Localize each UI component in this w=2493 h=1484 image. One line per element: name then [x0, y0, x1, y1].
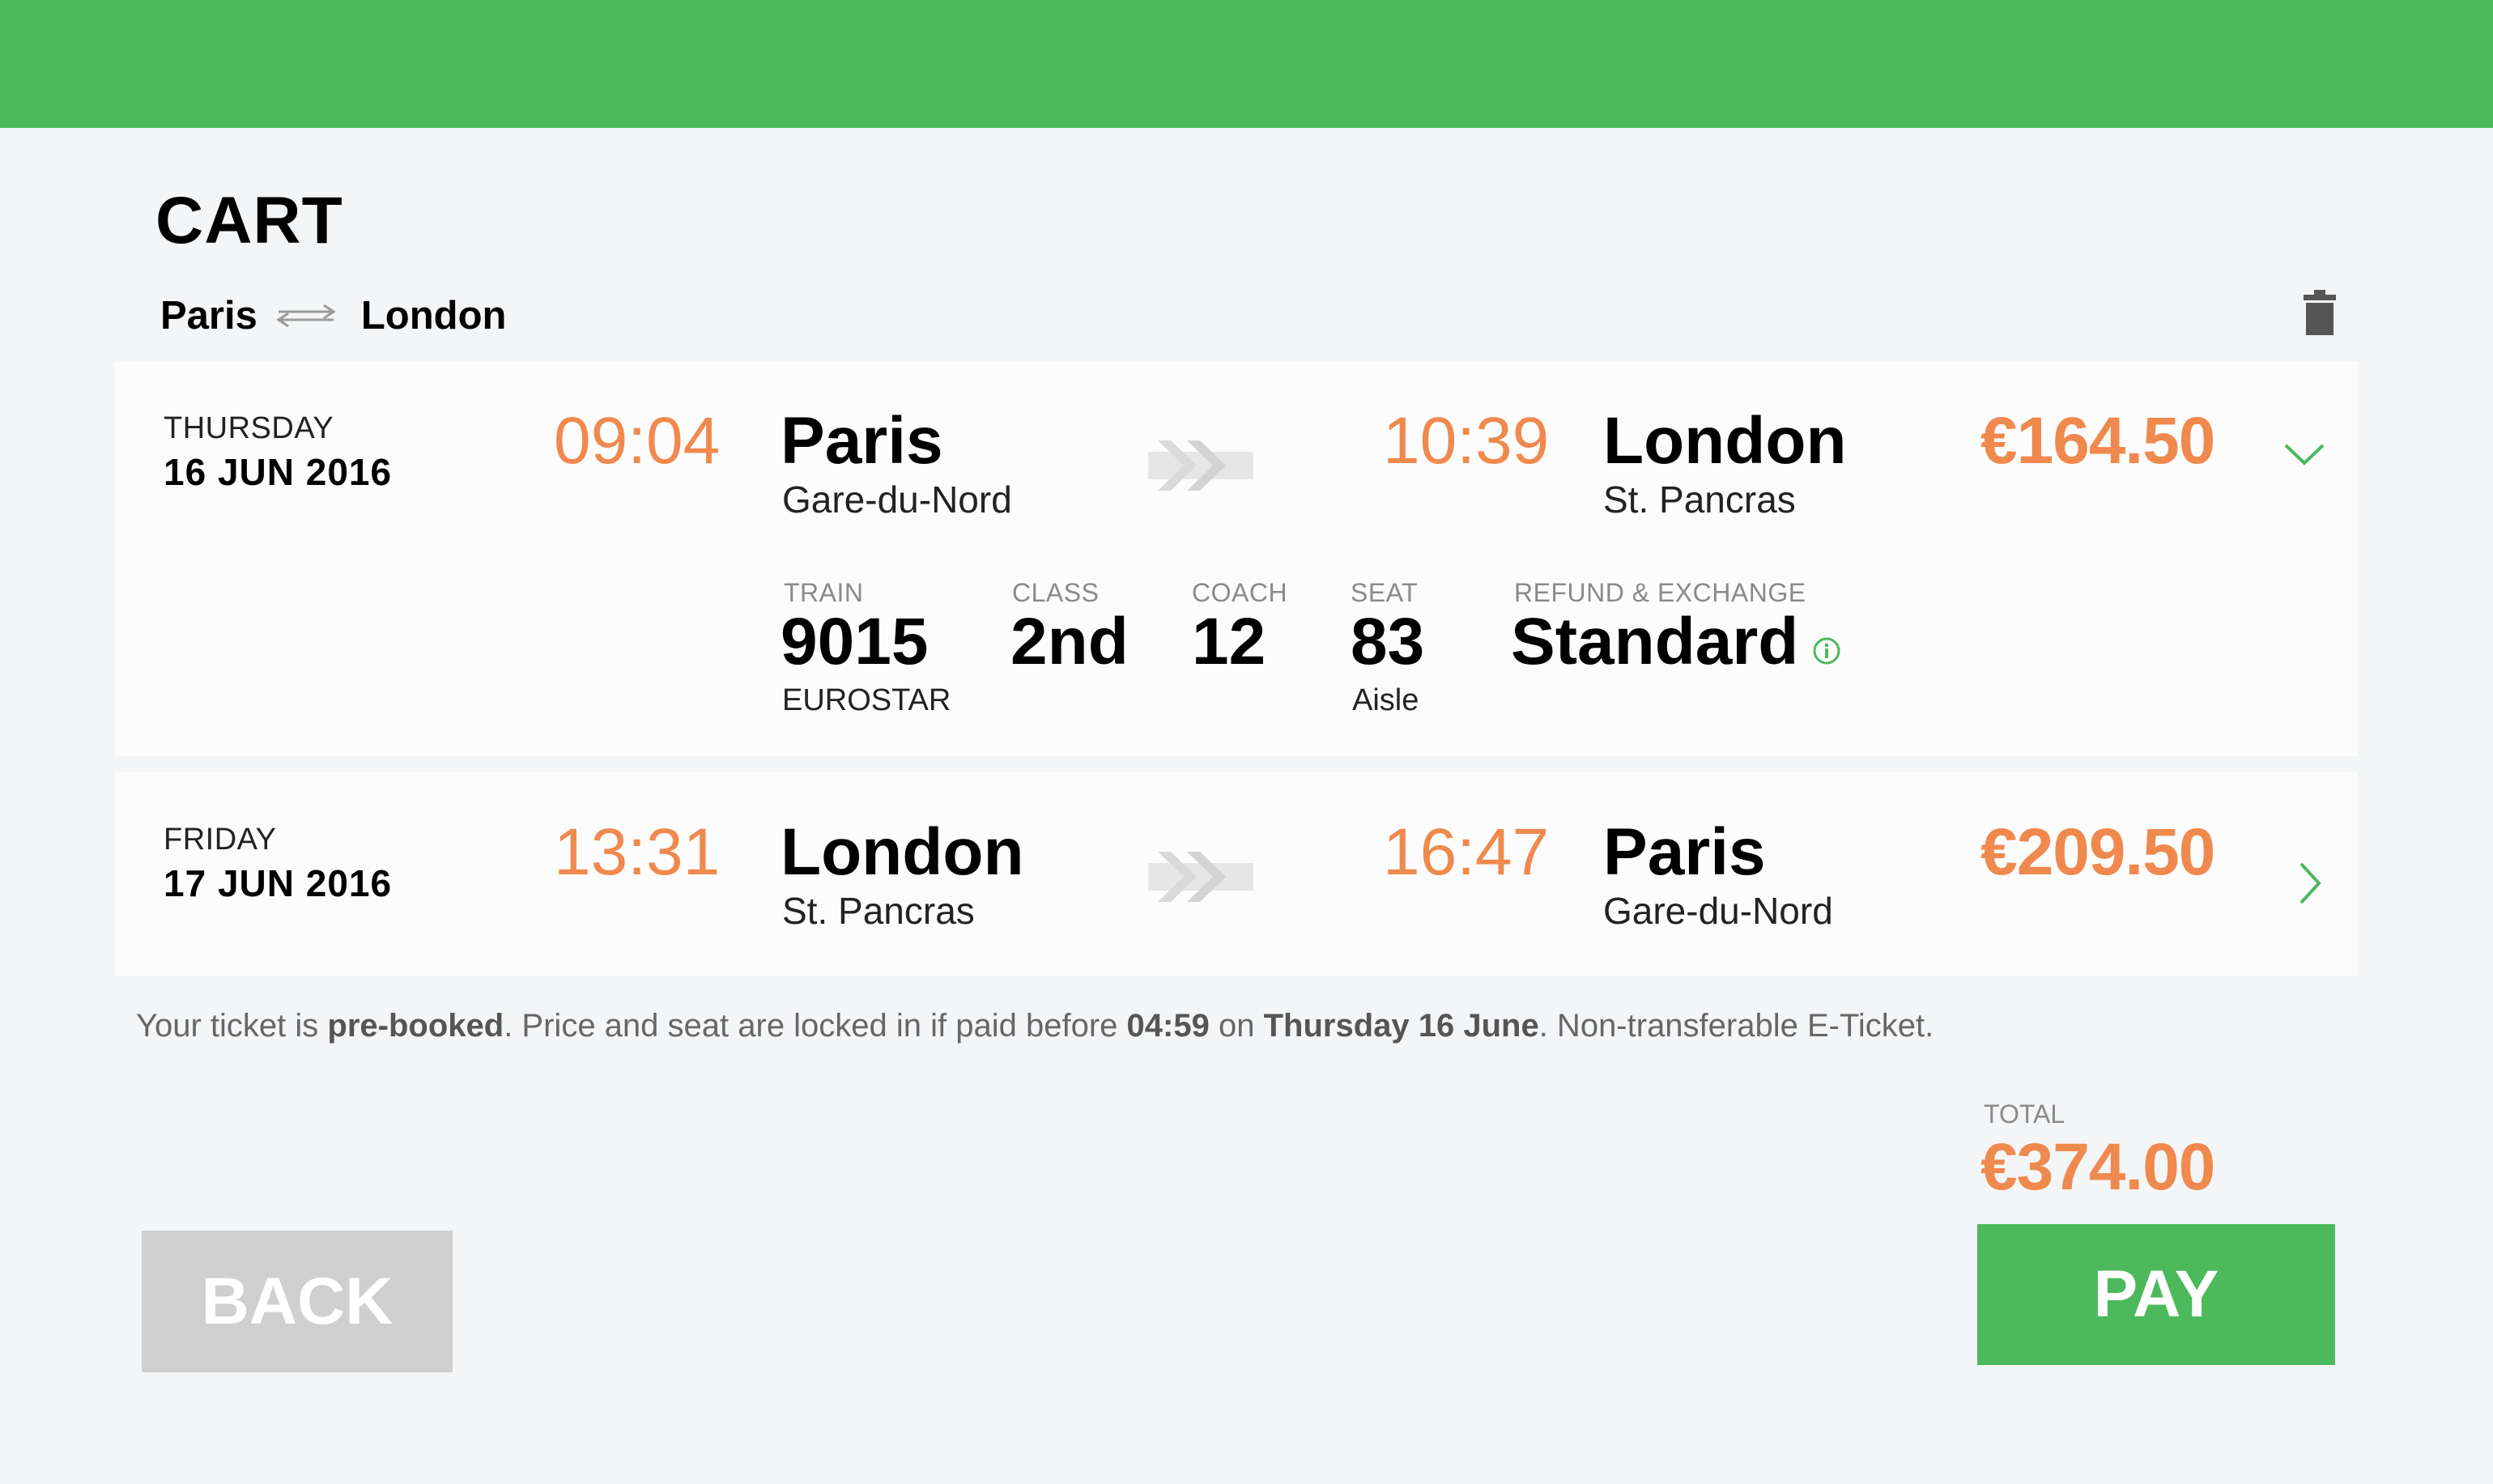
- chevron-down-icon[interactable]: [2283, 442, 2325, 470]
- train-operator: EUROSTAR: [782, 683, 951, 717]
- top-bar: [0, 0, 2493, 128]
- arrive-time: 10:39: [1383, 404, 1550, 478]
- route-from: Paris: [160, 294, 257, 338]
- notice-text: Your ticket is: [136, 1008, 328, 1044]
- trash-icon[interactable]: [2301, 290, 2338, 335]
- arrive-station: Gare-du-Nord: [1603, 890, 1833, 932]
- trip-card-return[interactable]: FRIDAY 17 JUN 2016 13:31 London St. Panc…: [115, 772, 2358, 976]
- notice-text: on: [1209, 1008, 1264, 1044]
- chevron-right-icon[interactable]: [2298, 861, 2322, 909]
- pay-button[interactable]: PAY: [1977, 1224, 2335, 1365]
- coach-value: 12: [1192, 605, 1266, 678]
- swap-arrows-icon: [275, 304, 337, 328]
- depart-station: St. Pancras: [782, 890, 975, 932]
- refund-value: Standard: [1511, 605, 1799, 678]
- trip-date: 16 JUN 2016: [164, 451, 393, 493]
- total-label: TOTAL: [1984, 1099, 2065, 1129]
- info-icon[interactable]: [1812, 636, 1841, 670]
- trip-day: FRIDAY: [164, 823, 277, 857]
- notice-emphasis: pre-booked: [327, 1008, 504, 1044]
- route-summary: Paris London: [160, 291, 506, 340]
- route-to: London: [360, 294, 507, 338]
- back-button[interactable]: BACK: [142, 1231, 453, 1372]
- prebooking-notice: Your ticket is pre-booked. Price and sea…: [136, 1008, 1934, 1044]
- arrive-station: St. Pancras: [1603, 478, 1796, 521]
- depart-time: 13:31: [554, 815, 721, 889]
- notice-text: . Non-transferable E-Ticket.: [1538, 1008, 1934, 1044]
- train-number: 9015: [781, 605, 929, 678]
- depart-city: London: [781, 815, 1024, 889]
- class-value: 2nd: [1010, 605, 1129, 678]
- notice-emphasis: Thursday 16 June: [1263, 1008, 1539, 1044]
- direction-arrows-icon: [1148, 440, 1253, 495]
- arrive-time: 16:47: [1383, 815, 1550, 889]
- arrive-city: Paris: [1603, 815, 1766, 889]
- total-value: €374.00: [1980, 1130, 2215, 1204]
- seat-value: 83: [1351, 605, 1425, 678]
- depart-station: Gare-du-Nord: [782, 478, 1012, 521]
- notice-emphasis: 04:59: [1126, 1008, 1210, 1044]
- trip-day: THURSDAY: [164, 411, 334, 445]
- arrive-city: London: [1603, 404, 1847, 478]
- notice-text: . Price and seat are locked in if paid b…: [504, 1008, 1127, 1044]
- depart-time: 09:04: [554, 404, 721, 478]
- depart-city: Paris: [781, 404, 943, 478]
- trip-date: 17 JUN 2016: [164, 862, 393, 904]
- trip-card-outbound[interactable]: THURSDAY 16 JUN 2016 09:04 Paris Gare-du…: [115, 361, 2358, 756]
- direction-arrows-icon: [1148, 852, 1253, 906]
- trip-price: €209.50: [1980, 815, 2215, 889]
- seat-position: Aisle: [1352, 683, 1419, 717]
- page-title: CART: [155, 184, 343, 257]
- trip-price: €164.50: [1980, 404, 2215, 478]
